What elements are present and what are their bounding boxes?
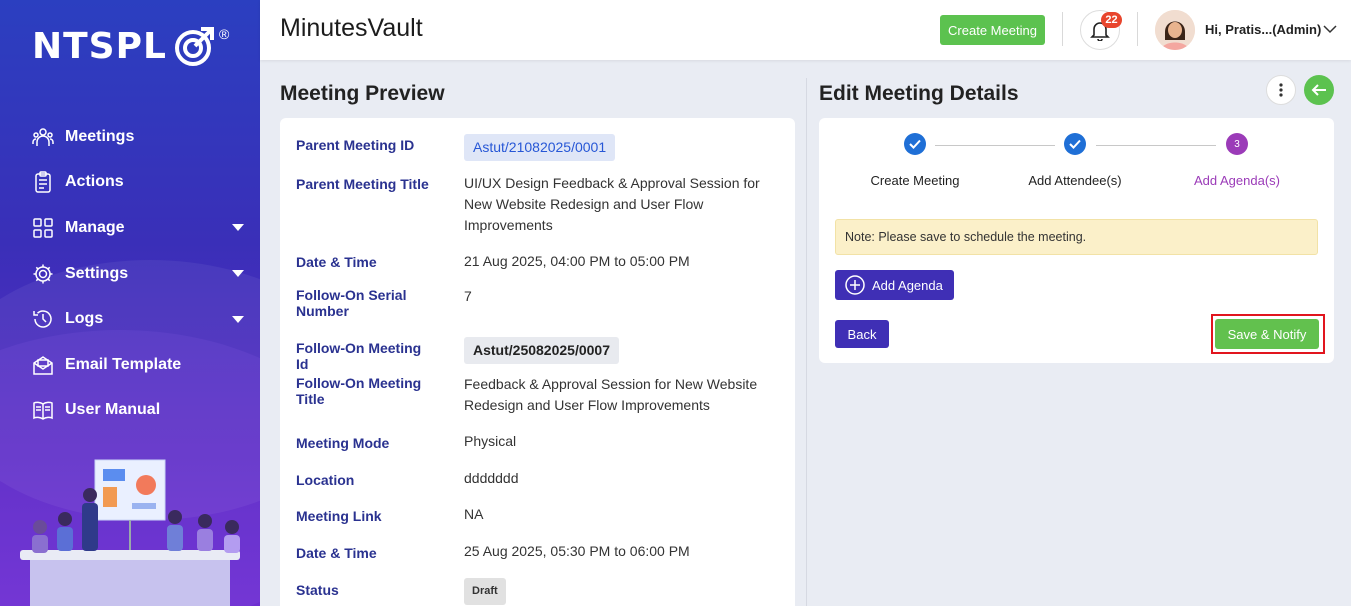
row-value: Astut/25082025/0007 xyxy=(464,337,774,364)
save-note: Note: Please save to schedule the meetin… xyxy=(835,219,1318,255)
sidebar-item-label: Meetings xyxy=(65,127,135,145)
avatar[interactable] xyxy=(1155,10,1195,50)
sidebar-item-label: Actions xyxy=(65,173,124,191)
parent-meeting-id-chip[interactable]: Astut/21082025/0001 xyxy=(464,134,616,161)
arrow-left-icon xyxy=(1311,84,1326,96)
clipboard-icon xyxy=(32,171,54,194)
add-agenda-button[interactable]: Add Agenda xyxy=(835,270,954,300)
row-value: NA xyxy=(464,506,484,522)
chevron-down-icon xyxy=(232,270,244,278)
sidebar-item-email-template[interactable]: Email Template xyxy=(0,342,260,388)
add-agenda-label: Add Agenda xyxy=(872,277,943,293)
history-icon xyxy=(32,308,54,330)
chevron-down-icon[interactable] xyxy=(1323,21,1337,37)
create-meeting-button[interactable]: Create Meeting xyxy=(940,15,1045,45)
step-connector xyxy=(1096,145,1216,146)
step-2-done[interactable] xyxy=(1064,133,1086,155)
sidebar-item-label: Manage xyxy=(65,218,125,236)
registered-mark: ® xyxy=(218,26,230,42)
row-value: 7 xyxy=(464,288,472,304)
edit-meeting-card: 3 Create Meeting Add Attendee(s) Add Age… xyxy=(819,118,1334,363)
status-badge: Draft xyxy=(464,578,506,605)
follow-on-meeting-id-chip: Astut/25082025/0007 xyxy=(464,337,619,364)
row-label: Parent Meeting ID xyxy=(296,137,415,153)
row-label: Status xyxy=(296,582,339,598)
topbar: MinutesVault Create Meeting 22 Hi, Prati… xyxy=(260,0,1351,60)
row-value: 21 Aug 2025, 04:00 PM to 05:00 PM xyxy=(464,253,690,269)
row-label: Location xyxy=(296,472,355,488)
meeting-illustration xyxy=(20,459,240,606)
user-name[interactable]: Hi, Pratis...(Admin) xyxy=(1205,22,1321,37)
row-value: Draft xyxy=(464,578,774,605)
sidebar-item-user-manual[interactable]: User Manual xyxy=(0,388,260,434)
panel-divider xyxy=(806,78,807,606)
step-connector xyxy=(935,145,1055,146)
divider xyxy=(1137,12,1138,46)
row-label: Meeting Mode xyxy=(296,435,390,451)
more-options-button[interactable] xyxy=(1266,75,1296,105)
step-label-create-meeting: Create Meeting xyxy=(870,173,960,188)
step-1-done[interactable] xyxy=(904,133,926,155)
grid-icon xyxy=(32,217,54,239)
brand-logo[interactable]: NTSPL ® xyxy=(32,24,229,68)
step-label-add-agendas: Add Agenda(s) xyxy=(1193,173,1280,188)
sidebar-item-logs[interactable]: Logs xyxy=(0,296,260,342)
sidebar-item-label: Logs xyxy=(65,310,104,328)
chevron-down-icon xyxy=(232,224,244,232)
plus-circle-icon xyxy=(845,275,865,295)
gear-icon xyxy=(32,263,54,285)
user-avatar-icon xyxy=(1155,10,1195,50)
meeting-preview-card: Parent Meeting ID Astut/21082025/0001 Pa… xyxy=(280,118,795,606)
row-label: Follow-On Meeting Title xyxy=(296,375,422,407)
more-vertical-icon xyxy=(1279,83,1283,97)
sidebar-item-label: Settings xyxy=(65,264,129,282)
sidebar-item-manage[interactable]: Manage xyxy=(0,205,260,251)
step-label-add-attendees: Add Attendee(s) xyxy=(1028,173,1122,188)
back-button[interactable]: Back xyxy=(835,320,889,348)
divider xyxy=(1062,12,1063,46)
back-arrow-button[interactable] xyxy=(1304,75,1334,105)
chevron-down-icon xyxy=(232,315,244,323)
app-title: MinutesVault xyxy=(280,14,423,42)
sidebar-item-actions[interactable]: Actions xyxy=(0,160,260,206)
row-value: ddddddd xyxy=(464,470,519,486)
row-label: Follow-On Meeting Id xyxy=(296,340,422,372)
sidebar-item-meetings[interactable]: Meetings xyxy=(0,114,260,160)
row-label: Follow-On Serial Number xyxy=(296,287,407,319)
row-label: Date & Time xyxy=(296,254,377,270)
meeting-preview-title: Meeting Preview xyxy=(280,82,445,105)
mail-icon xyxy=(32,354,54,376)
row-value: 25 Aug 2025, 05:30 PM to 06:00 PM xyxy=(464,543,690,559)
meetings-icon xyxy=(32,126,54,148)
sidebar-nav: Meetings Actions Manage Settings Logs Em… xyxy=(0,114,260,433)
row-value: UI/UX Design Feedback & Approval Session… xyxy=(464,175,760,233)
logo-text: NTSPL xyxy=(32,25,167,67)
save-notify-button[interactable]: Save & Notify xyxy=(1215,319,1319,349)
step-3-current[interactable]: 3 xyxy=(1226,133,1248,155)
edit-meeting-title: Edit Meeting Details xyxy=(819,82,1019,105)
row-label: Date & Time xyxy=(296,545,377,561)
row-value: Feedback & Approval Session for New Webs… xyxy=(464,376,758,413)
sidebar-item-settings[interactable]: Settings xyxy=(0,251,260,297)
row-value: Astut/21082025/0001 xyxy=(464,134,774,161)
row-label: Parent Meeting Title xyxy=(296,176,429,192)
notification-badge: 22 xyxy=(1101,12,1122,28)
check-icon xyxy=(1069,139,1081,149)
row-value: Physical xyxy=(464,433,517,449)
sidebar: NTSPL ® Meetings Actions Manage Settings… xyxy=(0,0,260,606)
book-icon xyxy=(32,399,54,421)
row-label: Meeting Link xyxy=(296,508,382,524)
sidebar-item-label: Email Template xyxy=(65,355,182,373)
logo-mark-icon xyxy=(174,27,214,66)
sidebar-item-label: User Manual xyxy=(65,401,161,419)
check-icon xyxy=(909,139,921,149)
